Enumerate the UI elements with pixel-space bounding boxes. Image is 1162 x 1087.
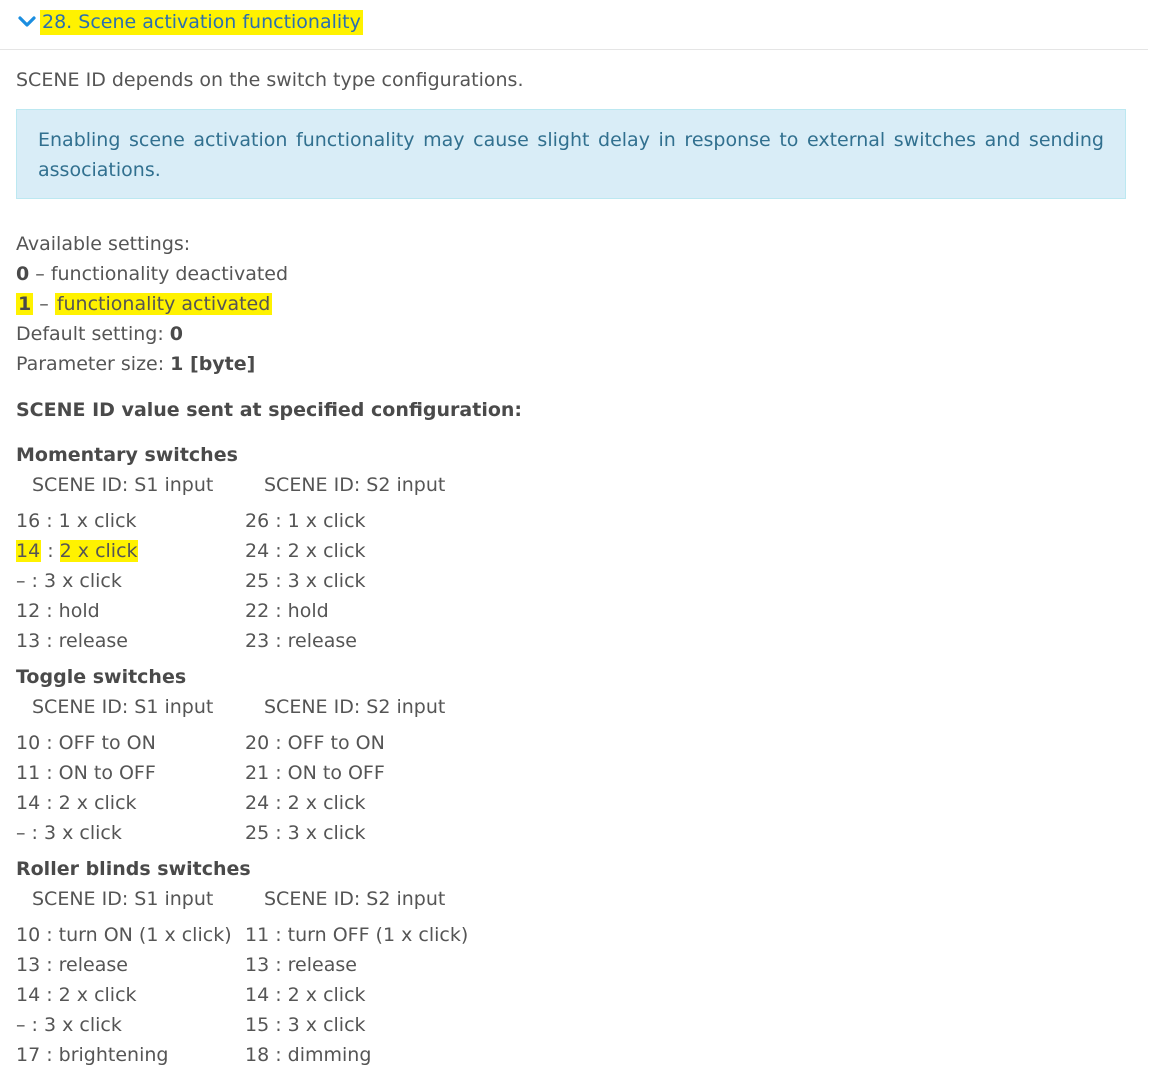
momentary-s1-row-2-sep: :	[41, 540, 60, 562]
momentary-s2-row-3: 25 : 3 x click	[245, 570, 366, 592]
roller-col-s2: SCENE ID: S2 input	[264, 888, 446, 910]
momentary-col-s2: SCENE ID: S2 input	[264, 474, 446, 496]
roller-s2-row-2: 13 : release	[245, 954, 357, 976]
momentary-switches-heading: Momentary switches	[16, 444, 238, 466]
roller-s1-row-5: 17 : brightening	[16, 1044, 169, 1066]
roller-s2-row-1: 11 : turn OFF (1 x click)	[245, 924, 469, 946]
roller-s2-row-5: 18 : dimming	[245, 1044, 372, 1066]
setting-option-1-text: functionality activated	[54, 293, 273, 315]
default-setting-value: 0	[169, 323, 184, 345]
setting-option-0: 0 – functionality deactivated	[16, 259, 288, 289]
momentary-s2-row-4: 22 : hold	[245, 600, 329, 622]
toggle-s2-row-4: 25 : 3 x click	[245, 822, 366, 844]
section-title[interactable]: 28. Scene activation functionality	[40, 10, 363, 35]
roller-blinds-heading: Roller blinds switches	[16, 858, 251, 880]
info-alert: Enabling scene activation functionality …	[16, 109, 1126, 199]
momentary-s2-row-2: 24 : 2 x click	[245, 540, 366, 562]
intro-text: SCENE ID depends on the switch type conf…	[16, 69, 524, 91]
momentary-s1-row-3: – : 3 x click	[16, 570, 122, 592]
momentary-s2-row-1: 26 : 1 x click	[245, 510, 366, 532]
roller-s2-row-4: 15 : 3 x click	[245, 1014, 366, 1036]
toggle-s1-row-4: – : 3 x click	[16, 822, 122, 844]
toggle-switches-heading: Toggle switches	[16, 666, 187, 688]
toggle-s2-row-1: 20 : OFF to ON	[245, 732, 385, 754]
momentary-s1-row-2-id: 14	[16, 540, 42, 562]
parameter-size-value: 1 [byte]	[170, 353, 256, 375]
momentary-s1-row-1: 16 : 1 x click	[16, 510, 137, 532]
toggle-s1-row-2: 11 : ON to OFF	[16, 762, 156, 784]
roller-s1-row-3: 14 : 2 x click	[16, 984, 137, 1006]
toggle-col-s2: SCENE ID: S2 input	[264, 696, 446, 718]
toggle-col-s1: SCENE ID: S1 input	[32, 696, 214, 718]
toggle-s1-row-1: 10 : OFF to ON	[16, 732, 156, 754]
toggle-s2-row-2: 21 : ON to OFF	[245, 762, 385, 784]
setting-option-1: 1 – functionality activated	[16, 289, 288, 319]
setting-option-0-value: 0	[16, 263, 30, 285]
toggle-s1-row-3: 14 : 2 x click	[16, 792, 137, 814]
momentary-col-s1: SCENE ID: S1 input	[32, 474, 214, 496]
setting-option-0-separator: –	[29, 263, 51, 285]
roller-s1-row-2: 13 : release	[16, 954, 128, 976]
momentary-s1-row-2-text: 2 x click	[59, 540, 138, 562]
available-settings-label: Available settings:	[16, 233, 191, 255]
roller-s1-row-1: 10 : turn ON (1 x click)	[16, 924, 232, 946]
toggle-s2-row-3: 24 : 2 x click	[245, 792, 366, 814]
default-setting: Default setting: 0	[16, 319, 288, 349]
setting-option-0-text: functionality deactivated	[50, 263, 289, 285]
roller-s1-row-4: – : 3 x click	[16, 1014, 122, 1036]
roller-s2-row-3: 14 : 2 x click	[245, 984, 366, 1006]
section-header[interactable]: 28. Scene activation functionality	[0, 0, 1148, 50]
momentary-s1-row-2: 14 : 2 x click	[16, 536, 138, 566]
momentary-s1-row-4: 12 : hold	[16, 600, 100, 622]
settings-block: Available settings: 0 – functionality de…	[16, 229, 288, 379]
parameter-size: Parameter size: 1 [byte]	[16, 349, 288, 379]
chevron-down-icon[interactable]	[17, 12, 37, 32]
default-setting-label: Default setting:	[16, 323, 170, 345]
scene-id-heading: SCENE ID value sent at specified configu…	[16, 399, 523, 421]
setting-option-1-value: 1	[16, 293, 34, 315]
momentary-s2-row-5: 23 : release	[245, 630, 357, 652]
momentary-s1-row-5: 13 : release	[16, 630, 128, 652]
roller-col-s1: SCENE ID: S1 input	[32, 888, 214, 910]
setting-option-1-separator: –	[33, 293, 55, 315]
parameter-size-label: Parameter size:	[16, 353, 171, 375]
